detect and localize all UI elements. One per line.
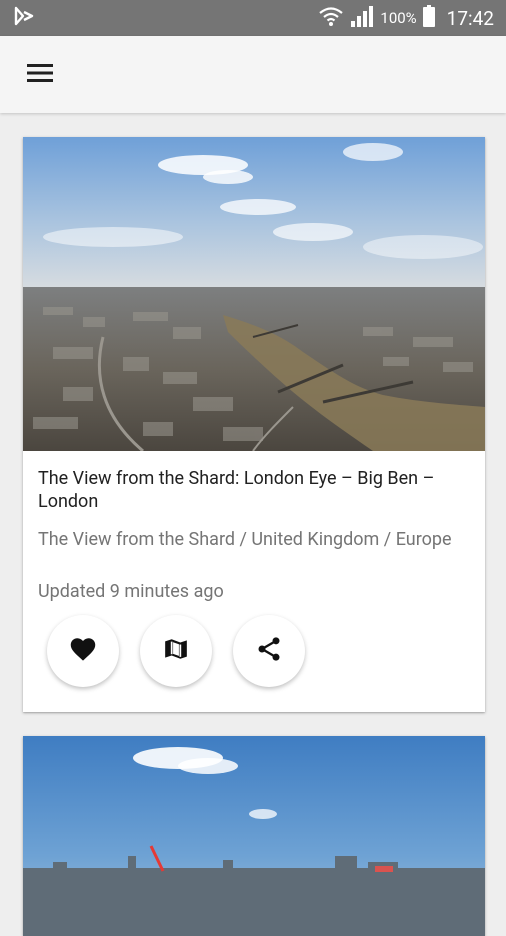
app-bar xyxy=(0,36,506,113)
battery-icon xyxy=(422,4,435,32)
favorite-button[interactable] xyxy=(47,615,119,687)
card-actions xyxy=(23,615,485,689)
clock: 17:42 xyxy=(446,6,494,30)
menu-button[interactable] xyxy=(16,58,64,92)
wifi-icon xyxy=(318,5,344,32)
hamburger-menu-icon xyxy=(26,62,54,88)
share-button[interactable] xyxy=(233,615,305,687)
webcam-image[interactable] xyxy=(23,137,485,451)
webcam-title[interactable]: The View from the Shard: London Eye – Bi… xyxy=(38,467,478,513)
favorite-heart-icon xyxy=(69,636,97,666)
signal-icon xyxy=(350,5,374,32)
update-time: Updated 9 minutes ago xyxy=(38,581,224,602)
webcam-card[interactable]: The View from the Shard: London Eye – Bi… xyxy=(23,137,485,712)
battery-percent: 100% xyxy=(380,9,417,27)
share-icon xyxy=(255,635,283,667)
map-icon xyxy=(163,636,189,666)
webcam-image[interactable] xyxy=(23,736,485,936)
notification-app-icon xyxy=(14,6,36,30)
webcam-card[interactable] xyxy=(23,736,485,936)
map-button[interactable] xyxy=(140,615,212,687)
status-bar: 100% 17:42 xyxy=(0,0,506,36)
webcam-location: The View from the Shard / United Kingdom… xyxy=(38,529,452,550)
